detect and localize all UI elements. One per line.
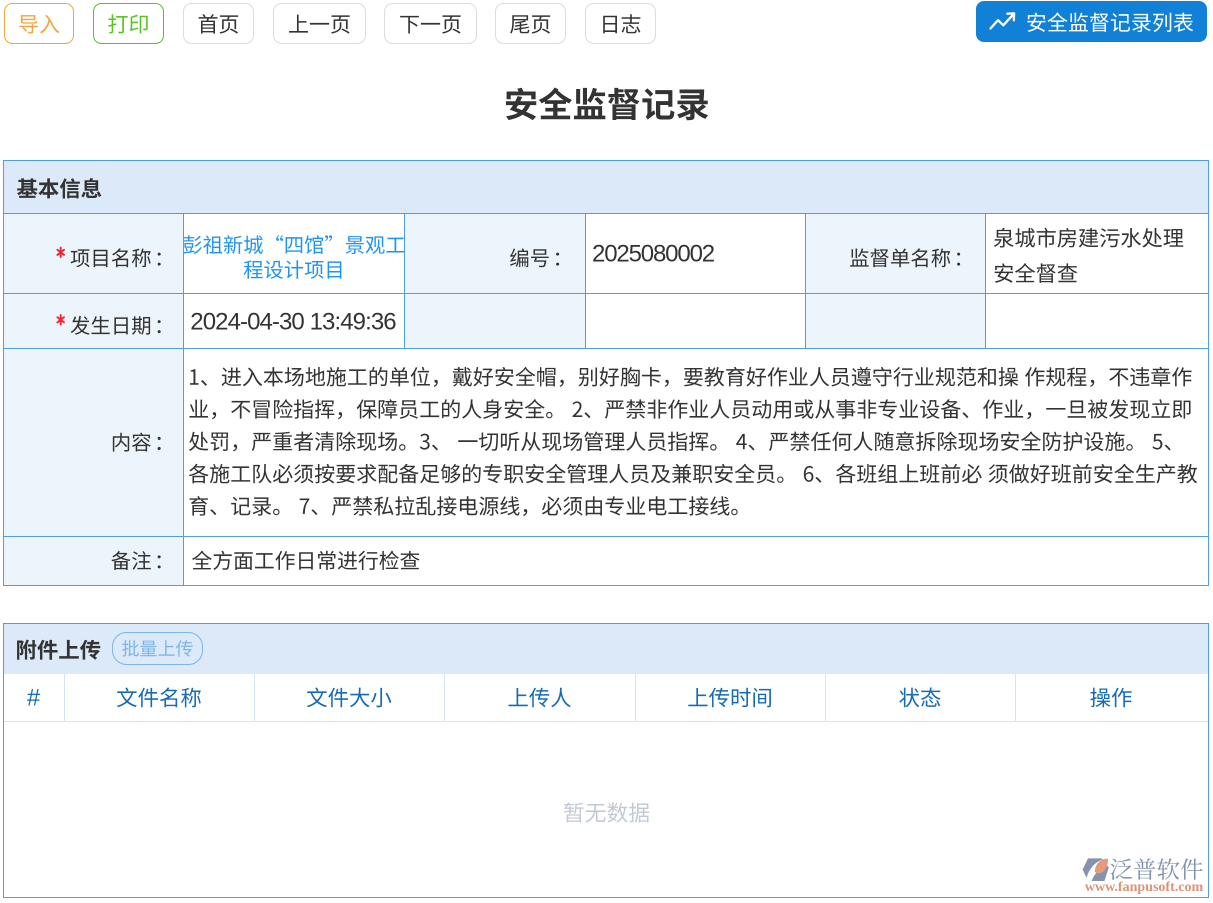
svg-text:2025080002: 2025080002 xyxy=(592,241,715,268)
svg-text:2024-04-30 13:49:36: 2024-04-30 13:49:36 xyxy=(190,309,396,336)
svg-text:#: # xyxy=(27,684,41,711)
svg-text:www.fanpusoft.com: www.fanpusoft.com xyxy=(1085,880,1204,895)
